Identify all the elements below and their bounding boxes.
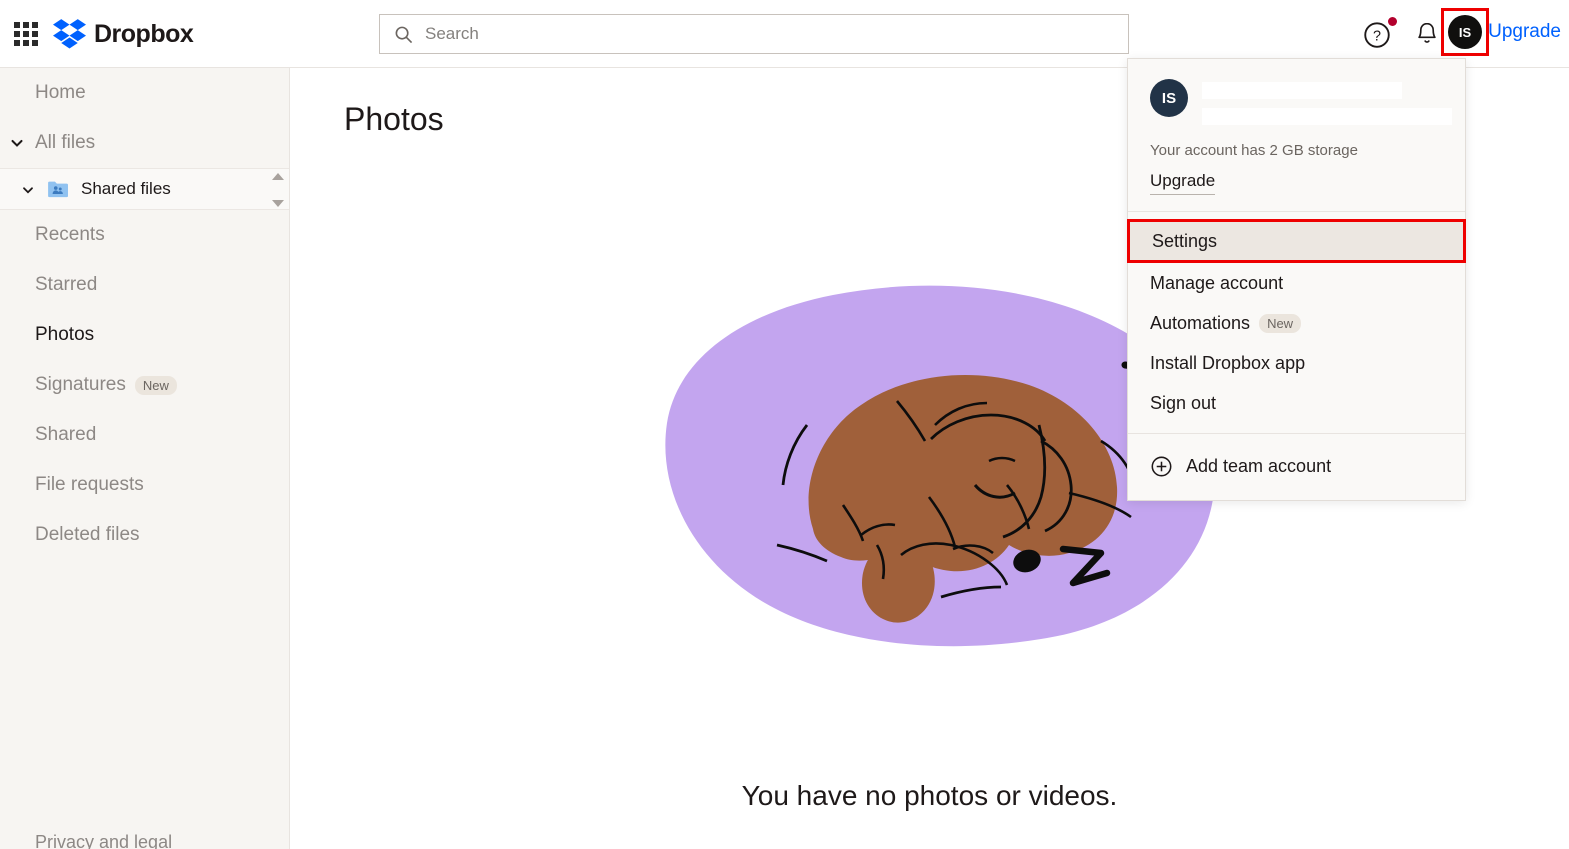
sidebar-scroll-arrows[interactable] bbox=[271, 173, 285, 207]
help-notification-dot bbox=[1388, 17, 1397, 26]
sidebar-item-label: All files bbox=[35, 132, 96, 153]
account-email-redacted bbox=[1202, 108, 1452, 125]
menu-item-label: Settings bbox=[1152, 230, 1218, 251]
sidebar-item-label: Starred bbox=[35, 274, 98, 295]
shared-folder-icon bbox=[48, 181, 68, 198]
menu-item-add-team-account[interactable]: Add team account bbox=[1128, 446, 1465, 486]
sidebar-item-file-requests[interactable]: File requests bbox=[0, 460, 289, 510]
sidebar-item-label: Shared bbox=[35, 424, 97, 445]
sidebar-item-label: Deleted files bbox=[35, 524, 140, 545]
menu-item-automations[interactable]: Automations New bbox=[1128, 303, 1465, 343]
menu-item-manage-account[interactable]: Manage account bbox=[1128, 263, 1465, 303]
privacy-and-legal-link[interactable]: Privacy and legal bbox=[35, 832, 172, 849]
sidebar-item-label: Photos bbox=[35, 324, 95, 345]
search-box[interactable] bbox=[379, 14, 1129, 54]
sidebar-item-label: File requests bbox=[35, 474, 144, 495]
sidebar-item-all-files[interactable]: All files bbox=[0, 118, 289, 168]
account-text-column bbox=[1202, 79, 1452, 125]
svg-text:?: ? bbox=[1373, 29, 1381, 45]
menu-avatar: IS bbox=[1150, 79, 1188, 117]
menu-item-label: Install Dropbox app bbox=[1150, 352, 1306, 373]
sidebar-item-shared[interactable]: Shared bbox=[0, 410, 289, 460]
search-icon bbox=[395, 26, 413, 43]
shared-files-label: Shared files bbox=[81, 179, 171, 198]
dropbox-logo-icon bbox=[53, 19, 86, 49]
sidebar-item-deleted-files[interactable]: Deleted files bbox=[0, 510, 289, 560]
empty-state-text: You have no photos or videos. bbox=[741, 780, 1118, 811]
chevron-down-icon bbox=[23, 187, 33, 194]
menu-item-install-dropbox-app[interactable]: Install Dropbox app bbox=[1128, 343, 1465, 383]
bell-icon[interactable] bbox=[1413, 20, 1441, 48]
scroll-down-arrow[interactable] bbox=[272, 200, 284, 207]
menu-item-settings[interactable]: Settings bbox=[1130, 222, 1463, 260]
sidebar-item-label: Home bbox=[35, 82, 86, 103]
storage-info-text: Your account has 2 GB storage bbox=[1150, 142, 1358, 159]
chevron-down-icon bbox=[11, 139, 23, 147]
menu-item-label: Automations bbox=[1150, 312, 1251, 333]
sidebar-item-label: Signatures bbox=[35, 374, 126, 395]
header-upgrade-link[interactable]: Upgrade bbox=[1488, 21, 1561, 43]
logo-wordmark: Dropbox bbox=[94, 19, 194, 48]
menu-upgrade-link[interactable]: Upgrade bbox=[1150, 171, 1216, 195]
account-name-redacted bbox=[1202, 82, 1402, 99]
scroll-up-arrow[interactable] bbox=[272, 173, 284, 180]
signatures-new-badge: New bbox=[134, 375, 177, 395]
menu-item-label: Sign out bbox=[1150, 392, 1217, 413]
avatar-highlight-box: IS bbox=[1441, 8, 1489, 56]
account-menu-footer: Add team account bbox=[1128, 434, 1465, 500]
sidebar-navigation: Home All files Shared files Recents Star… bbox=[0, 68, 290, 849]
sidebar-item-shared-files[interactable]: Shared files bbox=[0, 168, 289, 210]
dropbox-logo[interactable]: Dropbox bbox=[53, 19, 194, 49]
account-dropdown-menu: IS Your account has 2 GB storage Upgrade… bbox=[1127, 58, 1466, 501]
menu-item-label: Add team account bbox=[1186, 455, 1332, 476]
dropbox-photos-page: Dropbox ? IS Upgrade Home bbox=[0, 0, 1569, 849]
search-input[interactable] bbox=[425, 24, 1114, 44]
menu-item-label: Manage account bbox=[1150, 272, 1284, 293]
automations-new-badge: New bbox=[1259, 313, 1302, 333]
account-menu-items: Settings Manage account Automations New … bbox=[1127, 212, 1466, 433]
account-identity-row: IS bbox=[1150, 79, 1452, 125]
account-summary-section: IS Your account has 2 GB storage Upgrade bbox=[1128, 59, 1465, 211]
sidebar-item-label: Recents bbox=[35, 224, 105, 245]
plus-circle-icon bbox=[1151, 456, 1172, 476]
sidebar-item-starred[interactable]: Starred bbox=[0, 260, 289, 310]
sidebar-item-signatures[interactable]: Signatures New bbox=[0, 360, 289, 410]
account-avatar-button[interactable]: IS bbox=[1448, 15, 1482, 49]
help-circle-icon[interactable]: ? bbox=[1362, 20, 1392, 50]
sidebar-item-photos[interactable]: Photos bbox=[0, 310, 289, 360]
menu-item-sign-out[interactable]: Sign out bbox=[1128, 383, 1465, 423]
sidebar-item-recents[interactable]: Recents bbox=[0, 210, 289, 260]
settings-highlight-box: Settings bbox=[1127, 219, 1466, 263]
page-title: Photos bbox=[344, 101, 444, 137]
app-grid-icon[interactable] bbox=[12, 20, 40, 48]
sidebar-item-home[interactable]: Home bbox=[0, 68, 289, 118]
